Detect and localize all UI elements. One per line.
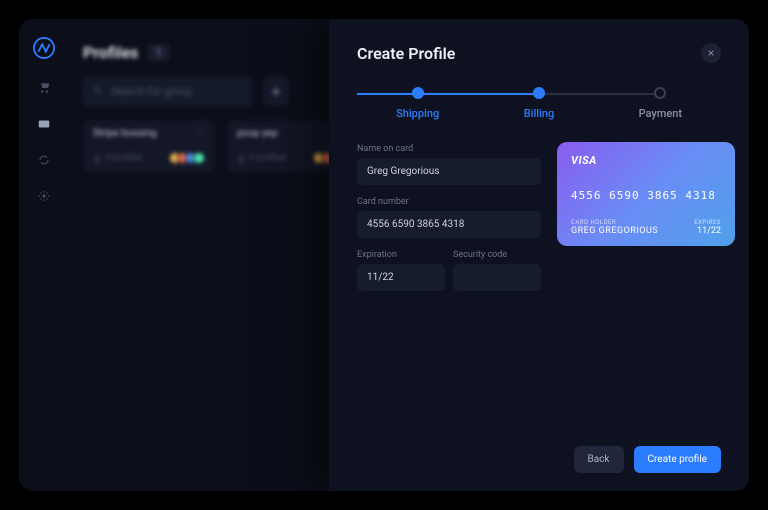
group-card[interactable]: Stripe bossing ☆ 4 profiles — [83, 120, 215, 172]
card-number-display: 4556 6590 3865 4318 — [571, 189, 721, 202]
nav-cart-icon[interactable] — [37, 81, 51, 95]
search-input[interactable]: Search for group — [83, 76, 253, 106]
expiration-label: Expiration — [357, 250, 445, 260]
create-profile-modal: Create Profile Shipping Billing Payment — [329, 19, 749, 491]
profile-count-badge: 1 — [148, 44, 168, 61]
card-brand: VISA — [571, 154, 721, 167]
stepper: Shipping Billing Payment — [357, 87, 721, 120]
expiration-input[interactable] — [357, 264, 445, 291]
card-holder-name: GREG GREGORIOUS — [571, 226, 658, 236]
app-logo — [33, 37, 55, 59]
close-icon — [707, 49, 715, 57]
sidebar — [19, 19, 69, 491]
card-expiry: 11/22 — [694, 226, 721, 236]
nav-refresh-icon[interactable] — [37, 153, 51, 167]
app-frame: Profiles 1 Search for group + Stripe bos… — [19, 19, 749, 491]
search-icon — [93, 86, 103, 96]
nav-settings-icon[interactable] — [37, 189, 51, 203]
name-on-card-label: Name on card — [357, 144, 541, 154]
credit-card-preview: VISA 4556 6590 3865 4318 CARD HOLDER GRE… — [557, 142, 735, 246]
add-group-button[interactable]: + — [263, 76, 289, 106]
step-payment[interactable]: Payment — [600, 87, 721, 120]
nav-profiles-icon[interactable] — [37, 117, 51, 131]
user-icon — [237, 154, 245, 162]
name-on-card-input[interactable] — [357, 158, 541, 185]
card-number-input[interactable] — [357, 211, 541, 238]
create-profile-button[interactable]: Create profile — [634, 446, 722, 473]
modal-title: Create Profile — [357, 44, 455, 63]
security-code-label: Security code — [453, 250, 541, 260]
security-code-input[interactable] — [453, 264, 541, 291]
user-icon — [93, 154, 101, 162]
card-number-label: Card number — [357, 197, 541, 207]
step-shipping[interactable]: Shipping — [357, 87, 478, 120]
page-title: Profiles — [83, 43, 138, 62]
step-billing[interactable]: Billing — [478, 87, 599, 120]
back-button[interactable]: Back — [574, 446, 624, 473]
close-button[interactable] — [701, 43, 721, 63]
star-icon[interactable]: ☆ — [196, 128, 205, 139]
